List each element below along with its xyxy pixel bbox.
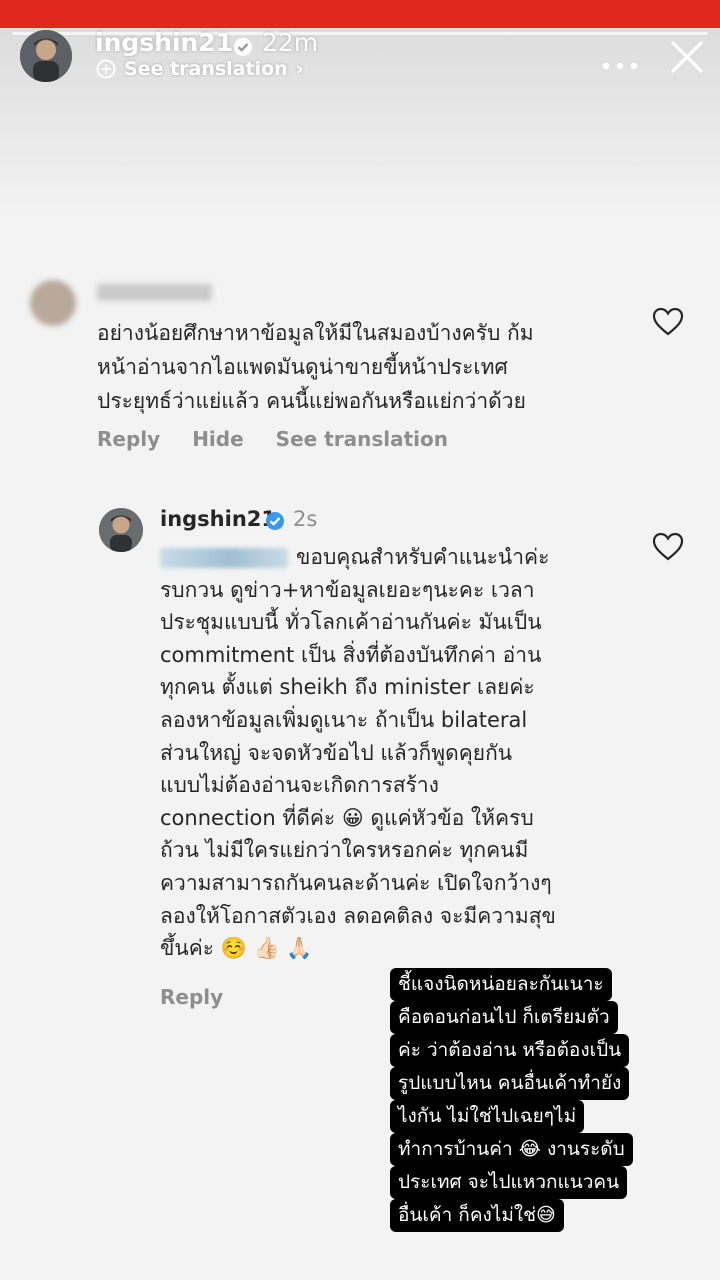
caption-line: รูปแบบไหน คนอื่นเค้าทำยัง <box>390 1067 630 1100</box>
caption-line: คือตอนก่อนไป ก็เตรียมตัว <box>390 1001 618 1034</box>
caption-line: ทำการบ้านค่า 😂 งานระดับ <box>390 1133 633 1166</box>
reply-line: ส่วนใหญ่ จะจดหัวข้อไป แล้วก็พูดคุยกัน <box>160 740 513 765</box>
like-heart-icon[interactable] <box>652 532 684 565</box>
reply-timestamp: 2s <box>293 507 318 531</box>
see-translation-button[interactable]: See translation <box>276 427 448 451</box>
reply-line: รบกวน ดูข่าว+หาข้อมูลเยอะๆนะคะ เวลา <box>160 577 535 602</box>
translate-icon <box>96 59 116 79</box>
reply-line: ถ้วน ไม่มีใครแย่กว่าใครหรอกค่ะ ทุกคนมี <box>160 838 529 863</box>
reply-text: ขอบคุณสำหรับคำแนะนำค่ะ รบกวน ดูข่าว+หาข้… <box>160 541 630 965</box>
caption-line: ประเทศ จะไปแหวกแนวคน <box>390 1166 628 1199</box>
commenter-avatar-blurred <box>30 280 76 326</box>
reply-button[interactable]: Reply <box>97 427 160 451</box>
reply-line: ประชุมแบบนี้ ทั่วโลกเค้าอ่านกันค่ะ มันเป… <box>160 610 542 635</box>
reply-line: แบบไม่ต้องอ่านจะเกิดการสร้าง <box>160 773 439 798</box>
comment-text: อย่างน้อยศึกษาหาข้อมูลให้มีในสมองบ้างครั… <box>97 316 637 418</box>
reply-line: ลองหาข้อมูลเพิ่มดูเนาะ ถ้าเป็น bilateral <box>160 707 528 732</box>
reply-username[interactable]: ingshin21 <box>160 507 276 531</box>
comment-line: ประยุทธ์ว่าแย่แล้ว คนนี้แย่พอกันหรือแย่ก… <box>97 389 526 413</box>
commenter-name-blurred <box>97 284 212 301</box>
reply-line: ขอบคุณสำหรับคำแนะนำค่ะ <box>296 545 550 569</box>
story-avatar[interactable] <box>20 30 72 82</box>
caption-line: ชี้แจงนิดหน่อยละกันเนาะ <box>390 968 612 1001</box>
top-red-bar <box>0 0 720 28</box>
reply-line: ความสามารถกันคนละด้านค่ะ เปิดใจกว้างๆ <box>160 870 552 895</box>
reply-line: ทุกคน ตั้งแต่ sheikh ถึง minister เลยค่ะ <box>160 675 535 700</box>
like-heart-icon[interactable] <box>652 307 684 340</box>
hide-button[interactable]: Hide <box>192 427 243 451</box>
caption-line: ไงกัน ไม่ใช่ไปเฉยๆไม่ <box>390 1100 585 1133</box>
comment-line: อย่างน้อยศึกษาหาข้อมูลให้มีในสมองบ้างครั… <box>97 321 534 345</box>
story-timestamp: 22m <box>262 28 319 57</box>
caption-line: ค่ะ ว่าต้องอ่าน หรือต้องเป็น <box>390 1034 630 1067</box>
chevron-right-icon: › <box>295 58 304 80</box>
story-see-translation[interactable]: See translation › <box>96 58 304 80</box>
reply-line: commitment เป็น สิ่งที่ต้องบันทึกค่า อ่า… <box>160 642 542 667</box>
caption-line: อื่นเค้า ก็คงไม่ใช่😅 <box>390 1199 564 1232</box>
reply-line: ขึ้นค่ะ ☺️ 👍🏻 🙏🏻 <box>160 936 313 961</box>
close-icon[interactable] <box>668 38 706 80</box>
story-username[interactable]: ingshin21 <box>95 28 233 57</box>
reply-line: connection ที่ดีค่ะ 😀 ดูแค่หัวข้อ ให้ครบ <box>160 805 534 830</box>
see-translation-label: See translation <box>124 58 288 80</box>
comment-line: หน้าอ่านจากไอแพดมันดูน่าขายขี้หน้าประเทศ <box>97 355 508 379</box>
reply-avatar[interactable] <box>99 508 143 552</box>
reply-button[interactable]: Reply <box>160 985 223 1009</box>
comment-actions: Reply Hide See translation <box>97 427 448 451</box>
reply-line: ลองให้โอกาสตัวเอง ลดอคติลง จะมีความสุข <box>160 903 556 928</box>
more-icon[interactable] <box>600 44 640 79</box>
verified-badge-icon <box>265 511 285 535</box>
